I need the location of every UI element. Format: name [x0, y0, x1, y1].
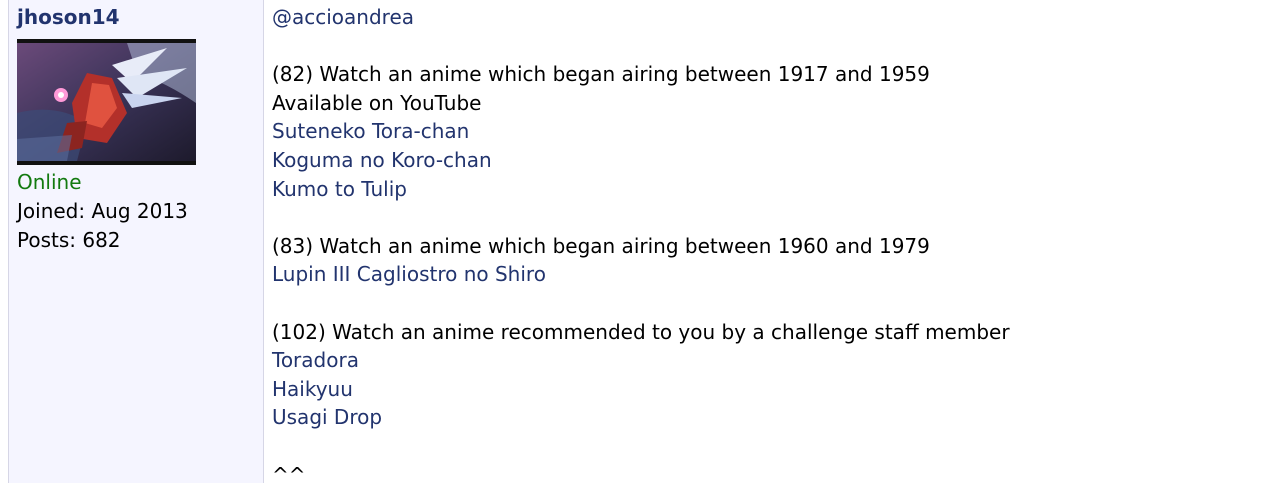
page-margin	[0, 0, 8, 483]
post-count: Posts: 682	[17, 226, 121, 254]
joined-date: Joined: Aug 2013	[17, 197, 188, 225]
anime-link-haikyuu[interactable]: Haikyuu	[272, 377, 353, 401]
author-avatar[interactable]	[17, 39, 196, 165]
author-username-link[interactable]: jhoson14	[17, 3, 120, 31]
post-author-sidebar: jhoson14 Online Joined: Aug 2	[8, 0, 264, 483]
post-body: @accioandrea (82) Watch an anime which b…	[272, 3, 1252, 489]
spacer	[272, 203, 1252, 232]
spacer	[272, 32, 1252, 61]
anime-mecha-avatar-icon	[17, 43, 196, 161]
anime-link-koguma-no-koro-chan[interactable]: Koguma no Koro-chan	[272, 148, 492, 172]
spacer	[272, 432, 1252, 461]
anime-link-lupin-iii-cagliostro[interactable]: Lupin III Cagliostro no Shiro	[272, 262, 546, 286]
mention-link[interactable]: @accioandrea	[272, 5, 414, 29]
post-footer-emoticon: ^^	[272, 461, 1252, 489]
challenge-82-heading: (82) Watch an anime which began airing b…	[272, 60, 1252, 89]
online-status: Online	[17, 168, 82, 196]
anime-link-usagi-drop[interactable]: Usagi Drop	[272, 405, 382, 429]
availability-note: Available on YouTube	[272, 89, 1252, 118]
spacer	[272, 289, 1252, 318]
anime-link-kumo-to-tulip[interactable]: Kumo to Tulip	[272, 177, 407, 201]
anime-link-suteneko-tora-chan[interactable]: Suteneko Tora-chan	[272, 119, 469, 143]
challenge-102-heading: (102) Watch an anime recommended to you …	[272, 318, 1252, 347]
challenge-83-heading: (83) Watch an anime which began airing b…	[272, 232, 1252, 261]
anime-link-toradora[interactable]: Toradora	[272, 348, 359, 372]
